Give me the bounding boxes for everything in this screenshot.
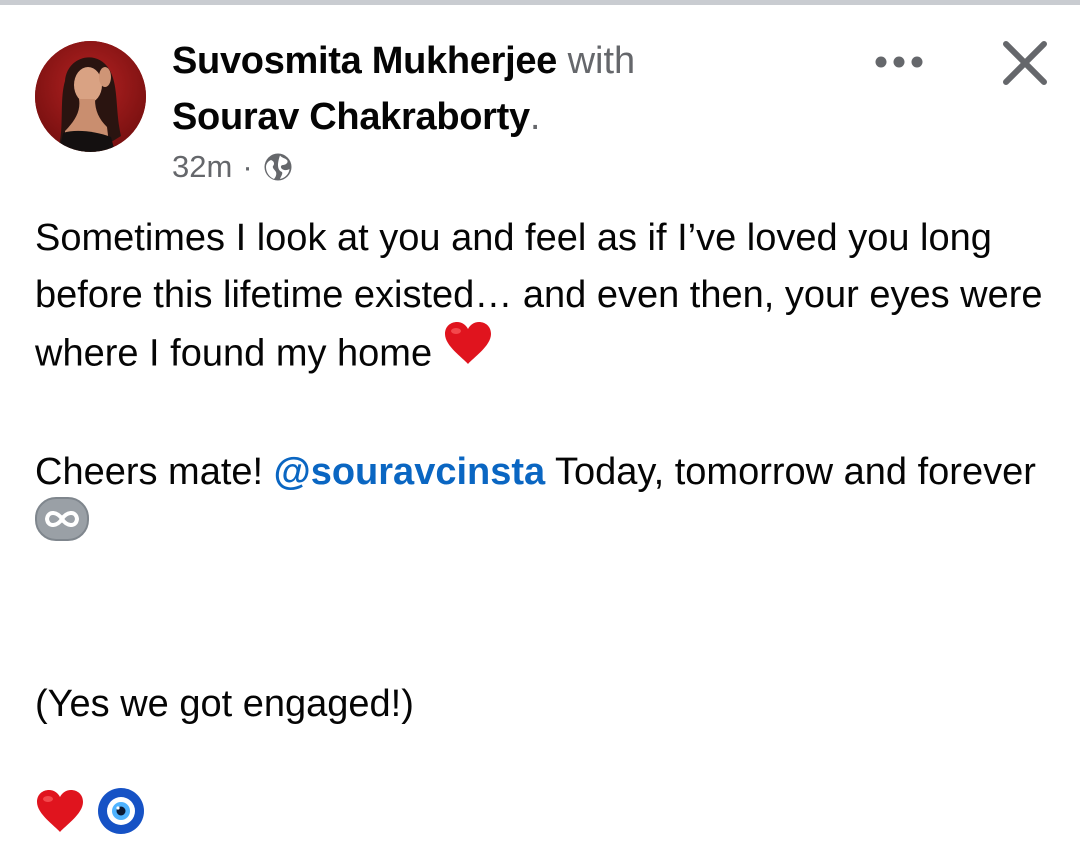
more-options-icon xyxy=(875,56,923,68)
avatar-image xyxy=(35,41,146,152)
author-avatar[interactable] xyxy=(35,41,146,152)
post-header-title: Suvosmita Mukherjee with Sourav Chakrabo… xyxy=(172,33,812,145)
post-paragraph: Cheers mate! @souravcinsta Today, tomorr… xyxy=(35,444,1055,562)
post-text: Sometimes I look at you and feel as if I… xyxy=(35,217,1043,375)
top-divider xyxy=(0,0,1080,5)
more-options-button[interactable] xyxy=(866,40,932,84)
post-paragraph xyxy=(35,788,1055,857)
close-button[interactable] xyxy=(996,34,1054,92)
post-text: Cheers mate! xyxy=(35,451,264,493)
mention-link[interactable]: @souravcinsta xyxy=(274,451,546,493)
post-meta: 32m · xyxy=(172,147,293,187)
red-heart-icon xyxy=(35,788,85,851)
nazar-amulet-icon xyxy=(96,786,146,853)
post-paragraph: (Yes we got engaged!) xyxy=(35,676,1055,733)
meta-separator: · xyxy=(242,149,253,184)
tagged-suffix: . xyxy=(529,96,541,138)
close-icon xyxy=(1003,41,1047,85)
post-timestamp[interactable]: 32m xyxy=(172,149,232,185)
globe-icon[interactable] xyxy=(263,152,293,182)
post-text: Today, tomorrow and forever xyxy=(555,451,1036,493)
post-text: (Yes we got engaged!) xyxy=(35,683,414,725)
tagged-person-name[interactable]: Sourav Chakraborty xyxy=(172,96,530,138)
post-body: Sometimes I look at you and feel as if I… xyxy=(35,210,1055,857)
infinity-icon xyxy=(35,497,89,558)
red-heart-icon xyxy=(443,320,493,383)
author-name[interactable]: Suvosmita Mukherjee xyxy=(172,40,557,82)
with-text: with xyxy=(567,40,636,82)
post-paragraph: Sometimes I look at you and feel as if I… xyxy=(35,210,1055,387)
